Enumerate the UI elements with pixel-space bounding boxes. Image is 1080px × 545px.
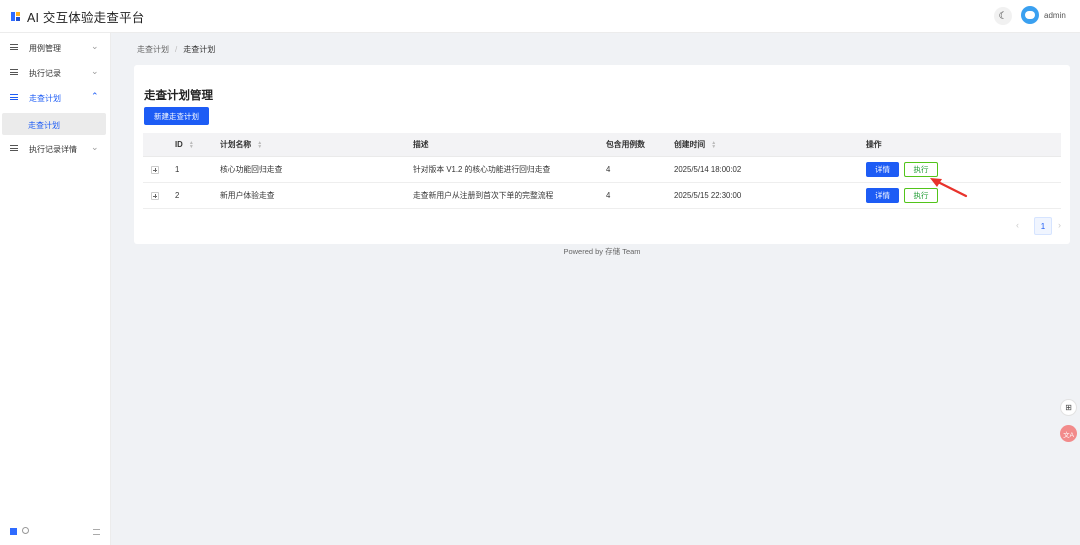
column-header-label: 创建时间 bbox=[674, 140, 706, 149]
cell-id: 1 bbox=[175, 165, 180, 174]
table-row: 2 新用户体验走查 走查新用户从注册到首次下单的完整流程 4 2025/5/15… bbox=[143, 183, 1061, 209]
column-header-name[interactable]: 计划名称 ▲ ▼ bbox=[220, 133, 262, 156]
sort-icon[interactable]: ▲ ▼ bbox=[189, 140, 194, 149]
chevron-down-icon: ⌄ bbox=[91, 142, 99, 152]
execute-button[interactable]: 执行 bbox=[904, 162, 938, 177]
detail-button[interactable]: 详情 bbox=[866, 162, 899, 177]
avatar[interactable] bbox=[1021, 6, 1039, 24]
cell-count: 4 bbox=[606, 191, 611, 200]
cell-name: 核心功能回归走查 bbox=[220, 165, 283, 174]
sidebar: 用例管理 ⌄ 执行记录 ⌄ 走查计划 ⌃ 走查计划 执行记录详情 ⌄ bbox=[0, 33, 111, 545]
new-plan-button[interactable]: 新建走查计划 bbox=[144, 107, 209, 125]
cell-desc: 走查新用户从注册到首次下单的完整流程 bbox=[413, 191, 554, 200]
sidebar-item-case-management[interactable]: 用例管理 ⌄ bbox=[0, 35, 110, 60]
chevron-up-icon: ⌃ bbox=[91, 91, 99, 101]
page-number[interactable]: 1 bbox=[1034, 217, 1052, 235]
app-title: AI 交互体验走查平台 bbox=[27, 10, 145, 25]
moon-icon[interactable]: ☾ bbox=[994, 7, 1012, 25]
cell-created: 2025/5/15 22:30:00 bbox=[674, 191, 742, 200]
top-header: AI 交互体验走查平台 ☾ admin bbox=[0, 0, 1080, 33]
chevron-down-icon: ⌄ bbox=[91, 41, 99, 51]
menu-list-icon bbox=[10, 145, 18, 151]
cell-name: 新用户体验走查 bbox=[220, 191, 275, 200]
cell-desc: 针对版本 V1.2 的核心功能进行回归走查 bbox=[413, 165, 551, 174]
grid-add-icon[interactable]: ⊞ bbox=[1060, 399, 1077, 416]
expand-row-icon[interactable] bbox=[151, 166, 159, 174]
next-page-icon[interactable]: › bbox=[1058, 220, 1061, 230]
menu-list-icon bbox=[10, 94, 18, 100]
column-header-label: ID bbox=[175, 140, 183, 149]
sidebar-subitem-review-plan[interactable]: 走查计划 bbox=[2, 113, 106, 135]
table-header: ID ▲ ▼ 计划名称 ▲ ▼ 描述 包含用例数 创建时间 ▲ ▼ 操作 bbox=[143, 133, 1061, 157]
breadcrumb: 走查计划 / 走查计划 bbox=[137, 44, 215, 55]
breadcrumb-item[interactable]: 走查计划 bbox=[137, 45, 169, 54]
page-footer: Powered by 存储 Team bbox=[563, 247, 641, 256]
prev-page-icon[interactable]: ‹ bbox=[1016, 220, 1019, 230]
app-logo-icon bbox=[11, 11, 20, 21]
menu-list-icon bbox=[10, 69, 18, 75]
detail-button[interactable]: 详情 bbox=[866, 188, 899, 203]
sidebar-item-execution-details[interactable]: 执行记录详情 ⌄ bbox=[0, 136, 110, 161]
pagination: ‹ 1 › bbox=[1010, 217, 1070, 235]
sidebar-subitem-label: 走查计划 bbox=[28, 121, 60, 130]
column-header-actions: 操作 bbox=[866, 140, 882, 149]
sort-icon[interactable]: ▲ ▼ bbox=[257, 140, 262, 149]
sidebar-item-label: 走查计划 bbox=[29, 94, 61, 103]
chevron-down-icon: ⌄ bbox=[91, 66, 99, 76]
expand-row-icon[interactable] bbox=[151, 192, 159, 200]
translate-icon[interactable]: 文A bbox=[1060, 425, 1077, 442]
table-row: 1 核心功能回归走查 针对版本 V1.2 的核心功能进行回归走查 4 2025/… bbox=[143, 157, 1061, 183]
username[interactable]: admin bbox=[1044, 11, 1066, 20]
location-icon[interactable] bbox=[22, 527, 29, 534]
sidebar-footer bbox=[0, 521, 110, 541]
column-header-desc: 描述 bbox=[413, 140, 429, 149]
sidebar-item-review-plan[interactable]: 走查计划 ⌃ bbox=[0, 85, 110, 110]
cell-created: 2025/5/14 18:00:02 bbox=[674, 165, 742, 174]
cell-count: 4 bbox=[606, 165, 611, 174]
breadcrumb-separator: / bbox=[175, 45, 178, 54]
sidebar-item-label: 执行记录详情 bbox=[29, 145, 77, 154]
annotation-arrow-icon bbox=[930, 178, 968, 198]
main-card: 走查计划管理 新建走查计划 ID ▲ ▼ 计划名称 ▲ ▼ 描述 包含用例数 创建时… bbox=[134, 65, 1070, 244]
collapse-sidebar-icon[interactable] bbox=[93, 529, 100, 535]
breadcrumb-current: 走查计划 bbox=[183, 45, 216, 54]
plan-table: ID ▲ ▼ 计划名称 ▲ ▼ 描述 包含用例数 创建时间 ▲ ▼ 操作 1 核心功能… bbox=[143, 133, 1061, 209]
column-header-created[interactable]: 创建时间 ▲ ▼ bbox=[674, 133, 716, 156]
page-title: 走查计划管理 bbox=[144, 90, 213, 102]
sort-icon[interactable]: ▲ ▼ bbox=[711, 140, 716, 149]
column-header-label: 计划名称 bbox=[220, 140, 252, 149]
column-header-count: 包含用例数 bbox=[606, 140, 645, 149]
small-logo-icon bbox=[10, 528, 17, 535]
cell-id: 2 bbox=[175, 191, 180, 200]
sidebar-item-execution-records[interactable]: 执行记录 ⌄ bbox=[0, 60, 110, 85]
menu-list-icon bbox=[10, 44, 18, 50]
sidebar-item-label: 执行记录 bbox=[29, 69, 61, 78]
sidebar-item-label: 用例管理 bbox=[29, 44, 61, 53]
column-header-id[interactable]: ID ▲ ▼ bbox=[175, 133, 194, 156]
